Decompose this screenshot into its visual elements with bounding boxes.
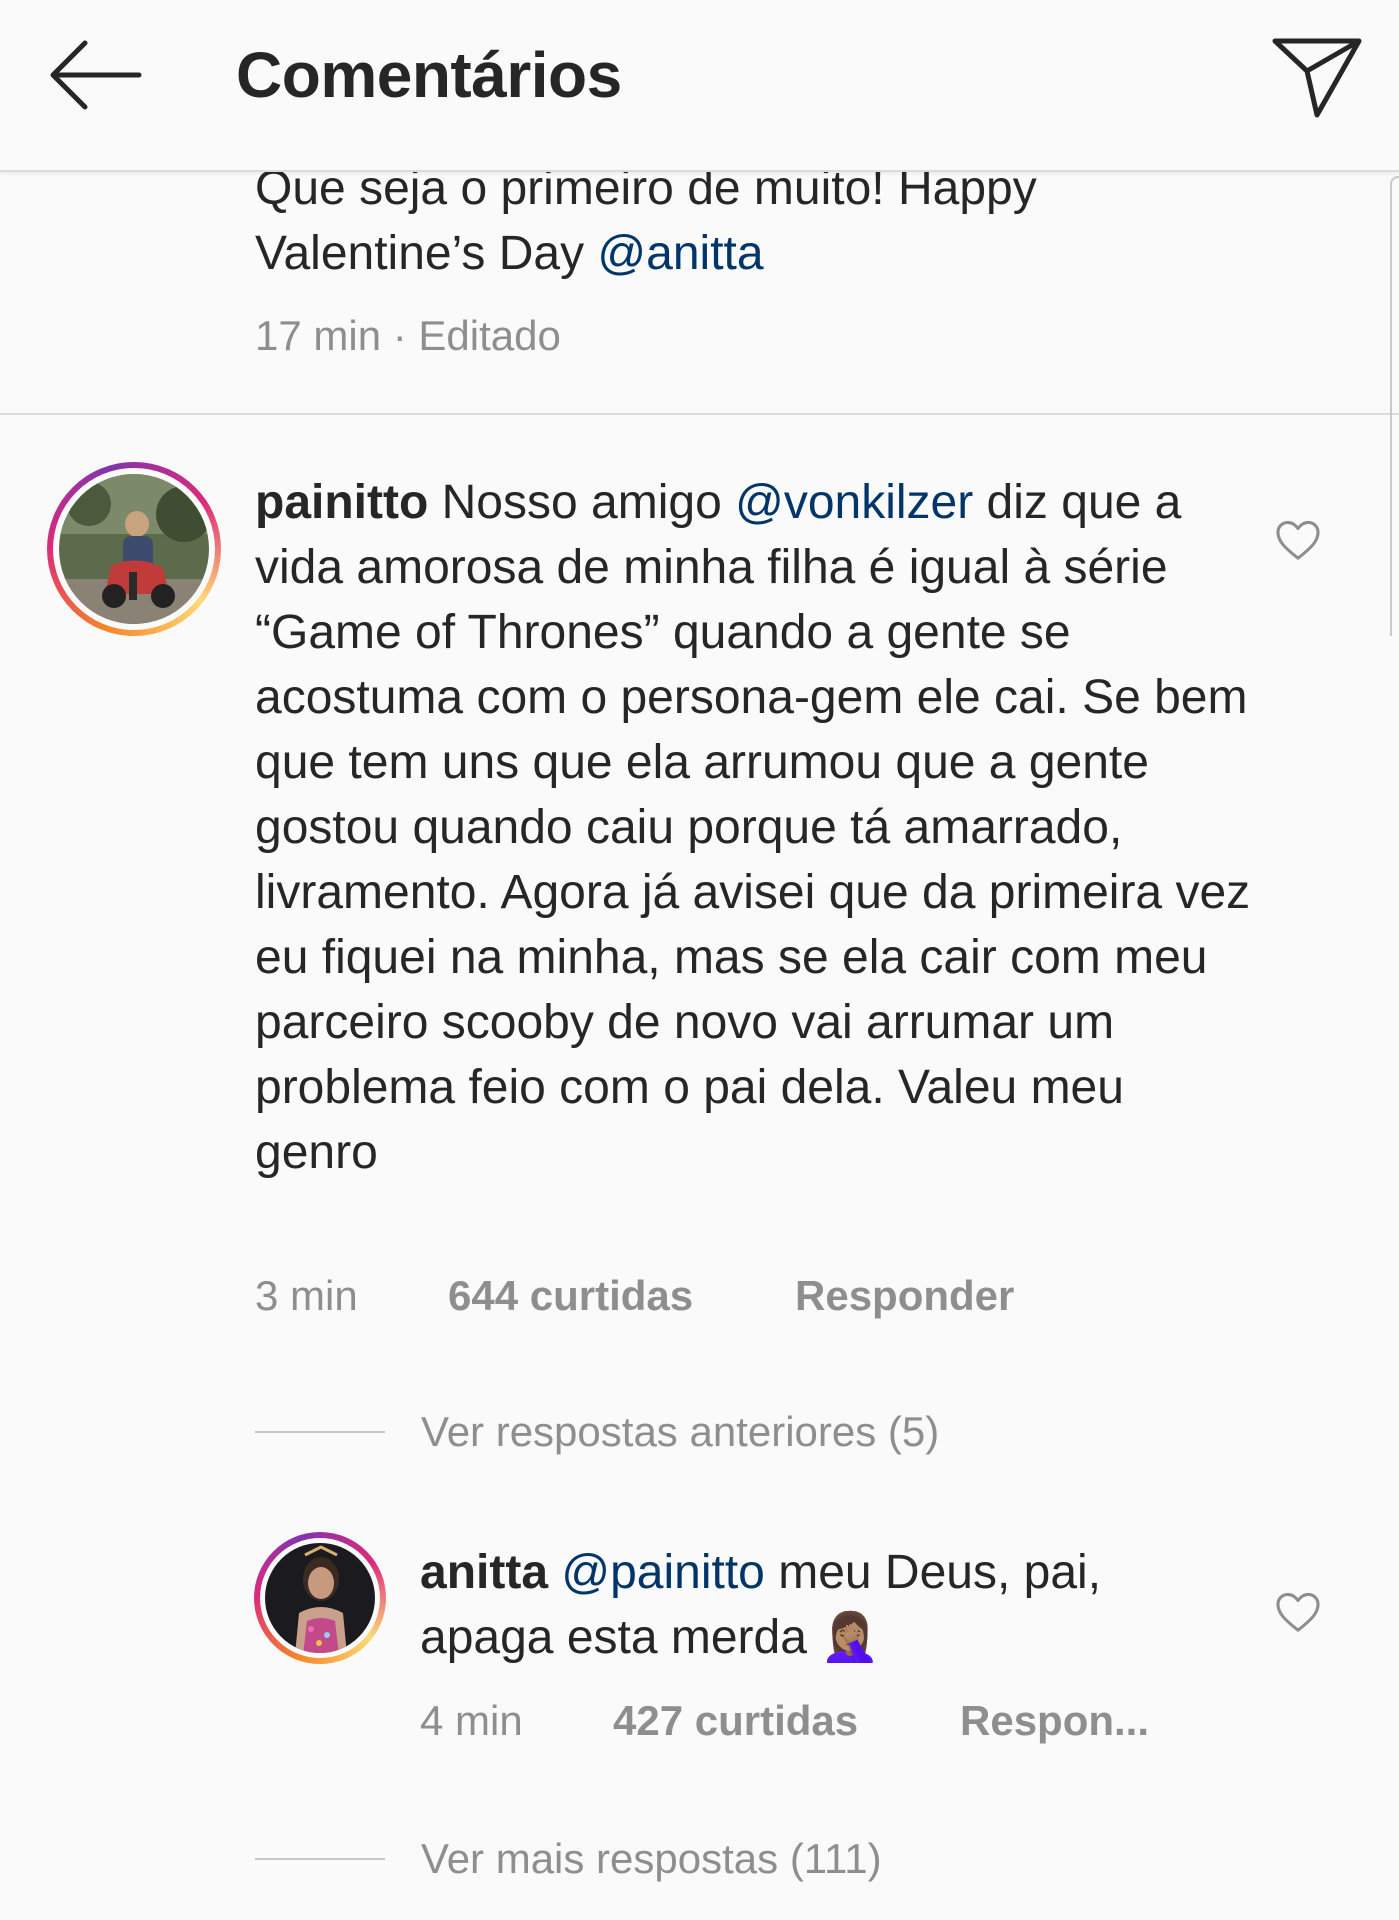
heart-icon (1276, 520, 1320, 560)
view-more-replies-button[interactable]: Ver mais respostas (111) (255, 1829, 882, 1889)
reply-button[interactable]: Responder (795, 1272, 1014, 1320)
scroll-edge (1390, 176, 1399, 636)
avatar-photo-anitta (265, 1543, 375, 1653)
paper-plane-icon (1272, 38, 1362, 118)
avatar-image (265, 1543, 375, 1653)
reply-mention-link[interactable]: @painitto (561, 1546, 765, 1599)
comment-likes-link[interactable]: 644 curtidas (448, 1272, 693, 1320)
reply-username[interactable]: anitta (420, 1546, 548, 1599)
caption-separator: · (381, 312, 419, 359)
caption-meta: 17 min · Editado (255, 312, 561, 360)
like-heart-icon[interactable] (1268, 1582, 1328, 1642)
comment-painitto-text: painitto Nosso amigo @vonkilzer diz que … (255, 470, 1255, 1185)
comment-painitto-meta: 3 min 644 curtidas Responder (255, 1272, 1155, 1332)
view-previous-replies-label: Ver respostas anteriores (5) (421, 1408, 940, 1455)
comments-screen: Que seja o primeiro de muito! Happy Vale… (0, 0, 1399, 1920)
comments-list[interactable]: Que seja o primeiro de muito! Happy Vale… (0, 0, 1399, 1920)
comment-anitta-text: anitta @painitto meu Deus, pai, apaga es… (420, 1540, 1240, 1670)
comment-time: 3 min (255, 1272, 358, 1319)
replies-divider-line (255, 1431, 385, 1433)
caption-divider (0, 413, 1399, 415)
comment-mention-link[interactable]: @vonkilzer (735, 476, 973, 529)
comment-body-rest: diz que a vida amorosa de minha filha é … (255, 476, 1251, 1179)
avatar-photo-painitto (59, 474, 209, 624)
comment-body-start: Nosso amigo (428, 476, 736, 529)
heart-icon (1276, 1592, 1320, 1632)
caption-text: Que seja o primeiro de muito! Happy Vale… (255, 156, 1255, 286)
reply-button[interactable]: Respon... (960, 1697, 1149, 1745)
comment-username[interactable]: painitto (255, 476, 428, 529)
reply-time: 4 min (420, 1697, 523, 1744)
avatar-anitta[interactable] (254, 1532, 386, 1664)
like-heart-icon[interactable] (1268, 510, 1328, 570)
comment-anitta-meta: 4 min 427 curtidas Respon... (420, 1697, 1320, 1757)
avatar-painitto[interactable] (47, 462, 221, 636)
caption-edited-label: Editado (418, 312, 561, 359)
avatar-image (59, 474, 209, 624)
view-previous-replies-button[interactable]: Ver respostas anteriores (5) (255, 1402, 939, 1462)
replies-divider-line (255, 1858, 385, 1860)
view-more-replies-label: Ver mais respostas (111) (421, 1835, 882, 1882)
share-button[interactable] (1262, 28, 1372, 128)
caption-mention-link[interactable]: @anitta (597, 227, 763, 280)
caption-time: 17 min (255, 312, 382, 359)
arrow-left-icon (50, 40, 142, 110)
page-title: Comentários (236, 39, 622, 111)
back-button[interactable] (40, 30, 150, 120)
reply-likes-link[interactable]: 427 curtidas (613, 1697, 858, 1745)
top-bar: Comentários (0, 0, 1399, 172)
facepalm-emoji: 🤦🏽‍♀️ (820, 1611, 881, 1664)
